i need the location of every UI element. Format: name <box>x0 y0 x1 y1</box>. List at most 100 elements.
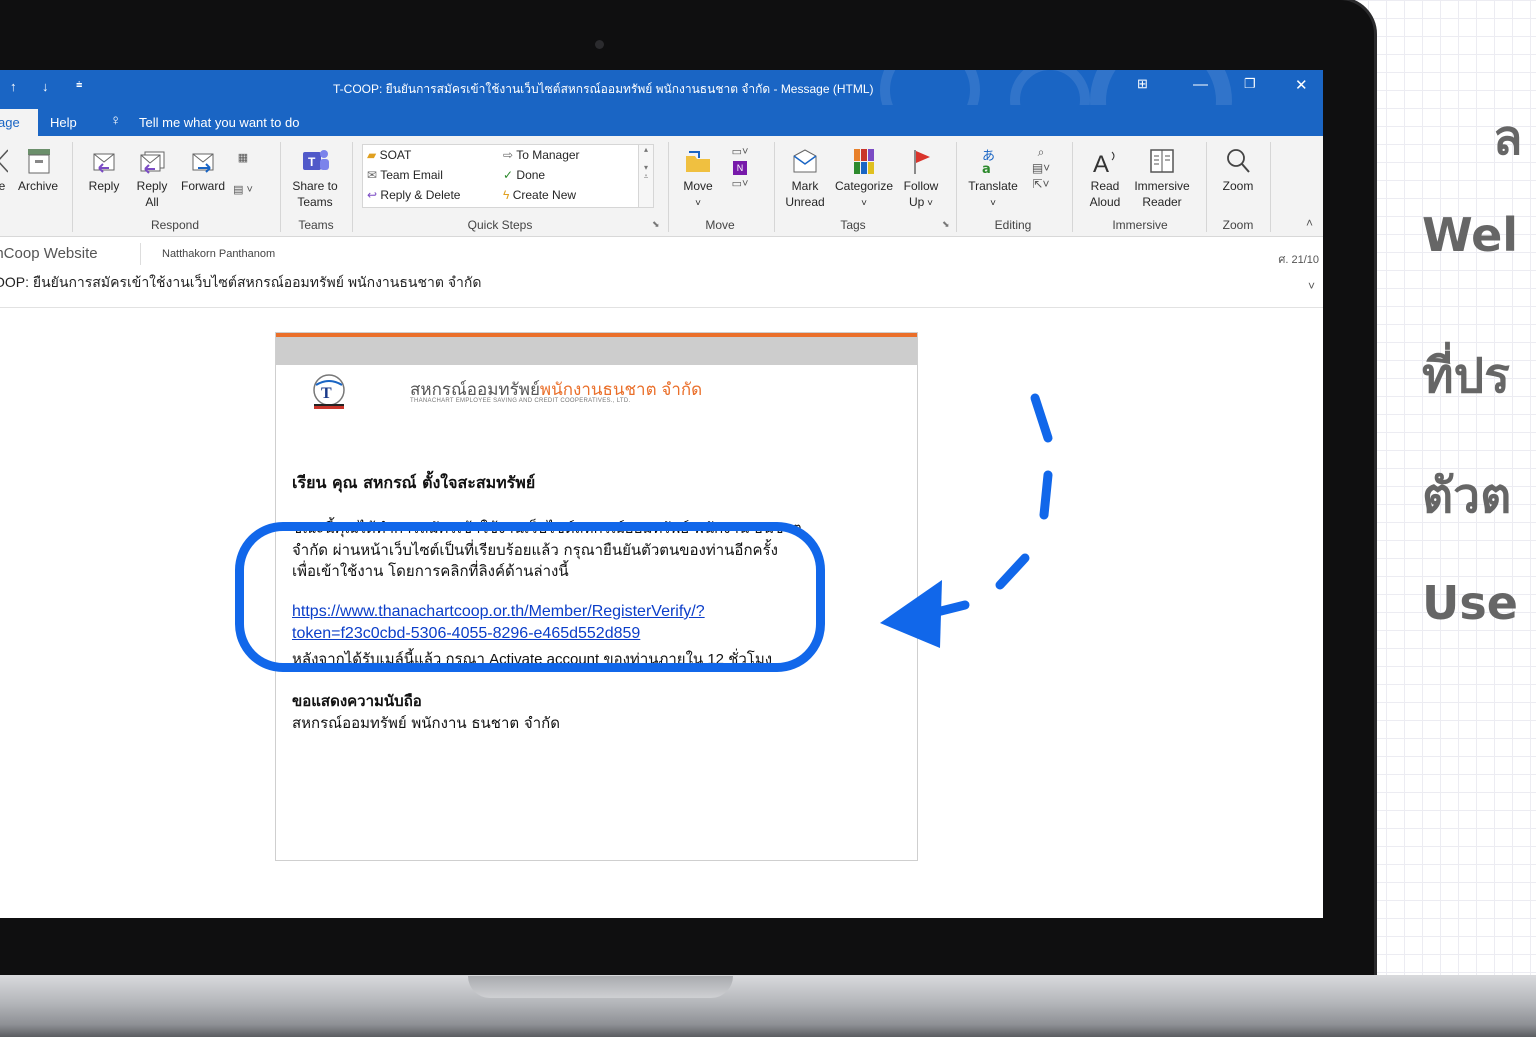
svg-text:T: T <box>308 155 316 169</box>
customize-toolbar-icon[interactable]: ⩧ <box>76 79 82 92</box>
quick-step-team-email[interactable]: ✉ Team Email <box>367 168 443 182</box>
tab-help[interactable]: Help <box>50 115 77 130</box>
side-text-2: Wel <box>1422 208 1519 262</box>
select-icon: ⇱˅ <box>1032 177 1050 191</box>
svg-text:a: a <box>982 162 991 176</box>
translate-button[interactable]: あa Translate ˅ <box>962 146 1024 212</box>
forward-label: Forward <box>180 179 225 193</box>
link-highlight-ring <box>235 522 825 672</box>
reply-all-icon <box>137 146 167 176</box>
separator <box>1072 142 1073 232</box>
follow-up-label: Follow <box>903 179 939 193</box>
separator <box>280 142 281 232</box>
separator <box>774 142 775 232</box>
move-group-label: Move <box>705 218 735 232</box>
im-icon: ▤ ˅ <box>233 184 253 196</box>
recipient-name[interactable]: Natthakorn Panthanom <box>162 248 275 260</box>
minimize-icon[interactable]: — <box>1193 76 1208 93</box>
immersive-reader-label-2: Reader <box>1142 195 1182 209</box>
read-aloud-icon: A <box>1090 146 1120 178</box>
previous-item-icon[interactable]: ↑ <box>10 79 17 94</box>
editing-group-label: Editing <box>994 218 1032 232</box>
move-folder-icon <box>683 146 713 176</box>
related-icon: ▤˅ <box>1031 161 1051 175</box>
meeting-icon: ▦ <box>237 152 249 164</box>
translate-icon: あa <box>978 146 1008 177</box>
tags-group-label: Tags <box>840 218 866 232</box>
read-aloud-button[interactable]: A Read Aloud <box>1080 146 1130 210</box>
next-item-icon[interactable]: ↓ <box>42 79 49 94</box>
separator <box>956 142 957 232</box>
reply-label: Reply <box>88 179 120 193</box>
reply-icon <box>89 146 119 176</box>
quick-steps-scrollbar[interactable]: ▴ ▾ ⩡ <box>638 145 653 207</box>
translate-label: Translate <box>968 179 1018 193</box>
rules-icon: ▭˅ <box>731 146 749 158</box>
dialog-launcher-icon[interactable]: ⬊ <box>652 219 660 230</box>
categorize-button[interactable]: Categorize ˅ <box>830 146 898 212</box>
lightning-icon: ϟ <box>503 188 510 202</box>
archive-icon <box>23 146 53 176</box>
immersive-reader-button[interactable]: Immersive Reader <box>1128 146 1196 210</box>
ribbon-display-icon[interactable]: ⊞ <box>1137 76 1148 92</box>
org-name-en: THANACHART EMPLOYEE SAVING AND CREDIT CO… <box>410 398 631 404</box>
divider <box>140 243 141 265</box>
reply-button[interactable]: Reply <box>84 146 124 194</box>
sender-name[interactable]: inCoop Website <box>0 245 98 262</box>
categorize-label: Categorize <box>834 179 894 193</box>
email-icon: ✉ <box>367 168 378 182</box>
quick-steps-gallery: ▰ SOAT ✉ Team Email ↩ Reply & Delete ⇨ T… <box>362 144 654 208</box>
share-teams-label-2: Teams <box>297 195 333 209</box>
side-text-3: ที่ปร <box>1422 348 1510 404</box>
signature: สหกรณ์ออมทรัพย์ พนักงาน ธนชาต จำกัด <box>292 714 560 732</box>
message-header: inCoop Website Natthakorn Panthanom ศ. 2… <box>0 237 1323 308</box>
archive-button[interactable]: Archive <box>14 146 62 194</box>
mark-unread-button[interactable]: Mark Unread <box>780 146 830 210</box>
respond-group-label: Respond <box>150 218 200 232</box>
move-button[interactable]: Move ˅ <box>676 146 720 212</box>
reply-all-button[interactable]: Reply All <box>132 146 172 210</box>
close-icon[interactable]: ✕ <box>1295 76 1308 94</box>
side-text-1: ล <box>1493 110 1523 166</box>
move-more-button[interactable]: ▭˅ N ▭˅ <box>722 144 758 192</box>
follow-up-button[interactable]: Follow Up ˅ <box>898 146 944 212</box>
ribbon: e Archive Reply Reply All Forward ▦ ▤ ˅ … <box>0 136 1323 237</box>
quick-step-to-manager[interactable]: ⇨ To Manager <box>503 148 580 162</box>
separator <box>1270 142 1271 232</box>
reply-all-label: Reply <box>136 179 168 193</box>
ribbon-tabs: age Help ♀ Tell me what you want to do <box>0 105 1323 136</box>
delete-button[interactable]: e <box>0 146 10 194</box>
outlook-window: ↑ ↓ ⩧ T-COOP: ยืนยันการสมัครเข้าใช้งานเว… <box>0 70 1323 918</box>
dialog-launcher-icon[interactable]: ⬊ <box>942 219 950 230</box>
mark-unread-label-2: Unread <box>785 195 825 209</box>
forward-mail-icon: ⇨ <box>503 148 514 162</box>
collapse-ribbon-icon[interactable]: ˄ <box>1306 216 1313 230</box>
tell-me-search[interactable]: Tell me what you want to do <box>139 115 299 130</box>
restore-icon[interactable]: ❐ <box>1244 76 1256 92</box>
envelope-icon <box>790 146 820 176</box>
coop-logo-icon: T <box>313 374 345 409</box>
move-label: Move <box>683 179 713 193</box>
categorize-icon <box>849 146 879 176</box>
tab-message[interactable]: age <box>0 109 38 136</box>
quick-step-reply-delete[interactable]: ↩ Reply & Delete <box>367 188 460 202</box>
more-respond-button[interactable]: ▦ ▤ ˅ <box>232 150 254 198</box>
laptop-base <box>0 975 1536 1037</box>
closing: ขอแสดงความนับถือ <box>292 692 422 710</box>
title-bar: ↑ ↓ ⩧ T-COOP: ยืนยันการสมัครเข้าใช้งานเว… <box>0 70 1323 172</box>
editing-more-button[interactable]: ⌕ ▤˅ ⇱˅ <box>1026 144 1056 192</box>
svg-text:A: A <box>1093 151 1109 176</box>
zoom-button[interactable]: Zoom <box>1214 146 1262 194</box>
forward-icon <box>188 146 218 176</box>
header-band <box>276 337 917 365</box>
chevron-down-icon[interactable]: ˅ <box>1308 279 1315 293</box>
quick-step-soat[interactable]: ▰ SOAT <box>367 148 411 162</box>
find-icon: ⌕ <box>1037 145 1045 159</box>
share-to-teams-button[interactable]: T Share to Teams <box>288 146 342 210</box>
quick-step-done[interactable]: ✓ Done <box>503 168 545 182</box>
teams-group-label: Teams <box>298 218 334 232</box>
quick-step-create-new[interactable]: ϟ Create New <box>503 188 576 202</box>
separator <box>668 142 669 232</box>
forward-button[interactable]: Forward <box>178 146 228 194</box>
quick-steps-group-label: Quick Steps <box>467 218 533 232</box>
